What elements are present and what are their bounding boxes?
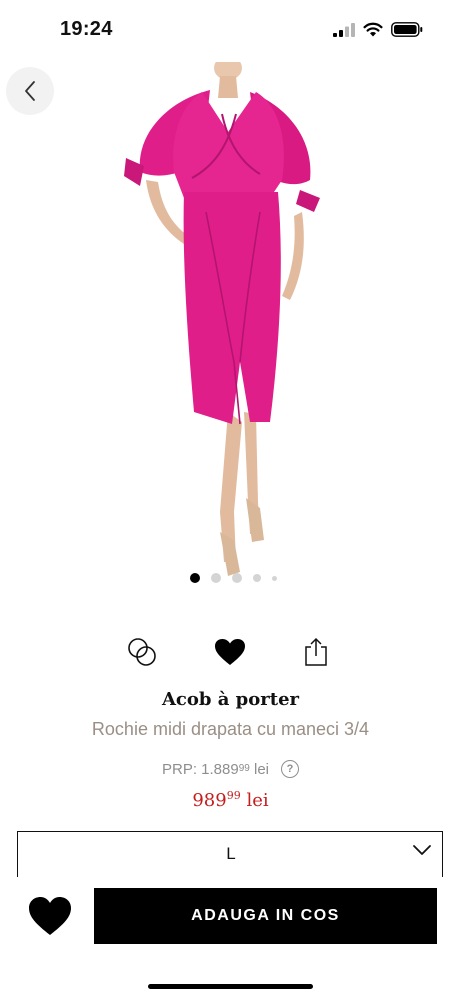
status-icons — [333, 22, 423, 37]
battery-icon — [391, 22, 423, 37]
price-main: 989 — [192, 790, 227, 811]
chevron-left-icon — [25, 81, 35, 101]
size-select[interactable]: L — [17, 831, 443, 877]
prp-label: PRP: 1.889 — [161, 760, 239, 778]
carousel-dot[interactable] — [253, 574, 261, 582]
carousel-dot[interactable] — [211, 573, 221, 583]
carousel-dot-active[interactable] — [190, 573, 200, 583]
cellular-signal-icon — [333, 22, 355, 37]
question-icon[interactable]: ? — [281, 760, 300, 778]
status-time: 19:24 — [60, 18, 113, 40]
brand-name[interactable]: Acob à porter — [0, 689, 461, 710]
share-button[interactable] — [298, 634, 334, 670]
wishlist-heart-icon[interactable] — [28, 896, 72, 936]
compare-button[interactable] — [124, 634, 160, 670]
heart-icon — [215, 639, 245, 665]
image-carousel-dots[interactable] — [0, 573, 461, 583]
carousel-dot[interactable] — [232, 573, 242, 583]
product-image[interactable] — [110, 62, 340, 584]
prp-price: PRP: 1.889 99 lei ? — [0, 760, 461, 778]
back-button[interactable] — [6, 67, 54, 115]
share-icon — [305, 637, 327, 666]
price-currency: lei — [246, 790, 269, 811]
add-to-cart-button[interactable]: ADAUGA IN COS — [94, 888, 437, 944]
carousel-dot[interactable] — [272, 575, 277, 581]
favorite-button[interactable] — [212, 634, 248, 670]
price-cents: 99 — [226, 789, 241, 802]
compare-circles-icon — [128, 638, 156, 666]
size-value: L — [226, 844, 236, 863]
sale-price: 98999 lei — [0, 790, 461, 811]
wifi-icon — [363, 22, 383, 37]
prp-currency: lei — [254, 760, 270, 778]
product-actions — [0, 634, 461, 670]
chevron-down-icon — [413, 845, 431, 855]
status-bar: 19:24 — [0, 0, 461, 60]
product-name: Rochie midi drapata cu maneci 3/4 — [91, 719, 370, 739]
home-indicator[interactable] — [148, 984, 313, 989]
